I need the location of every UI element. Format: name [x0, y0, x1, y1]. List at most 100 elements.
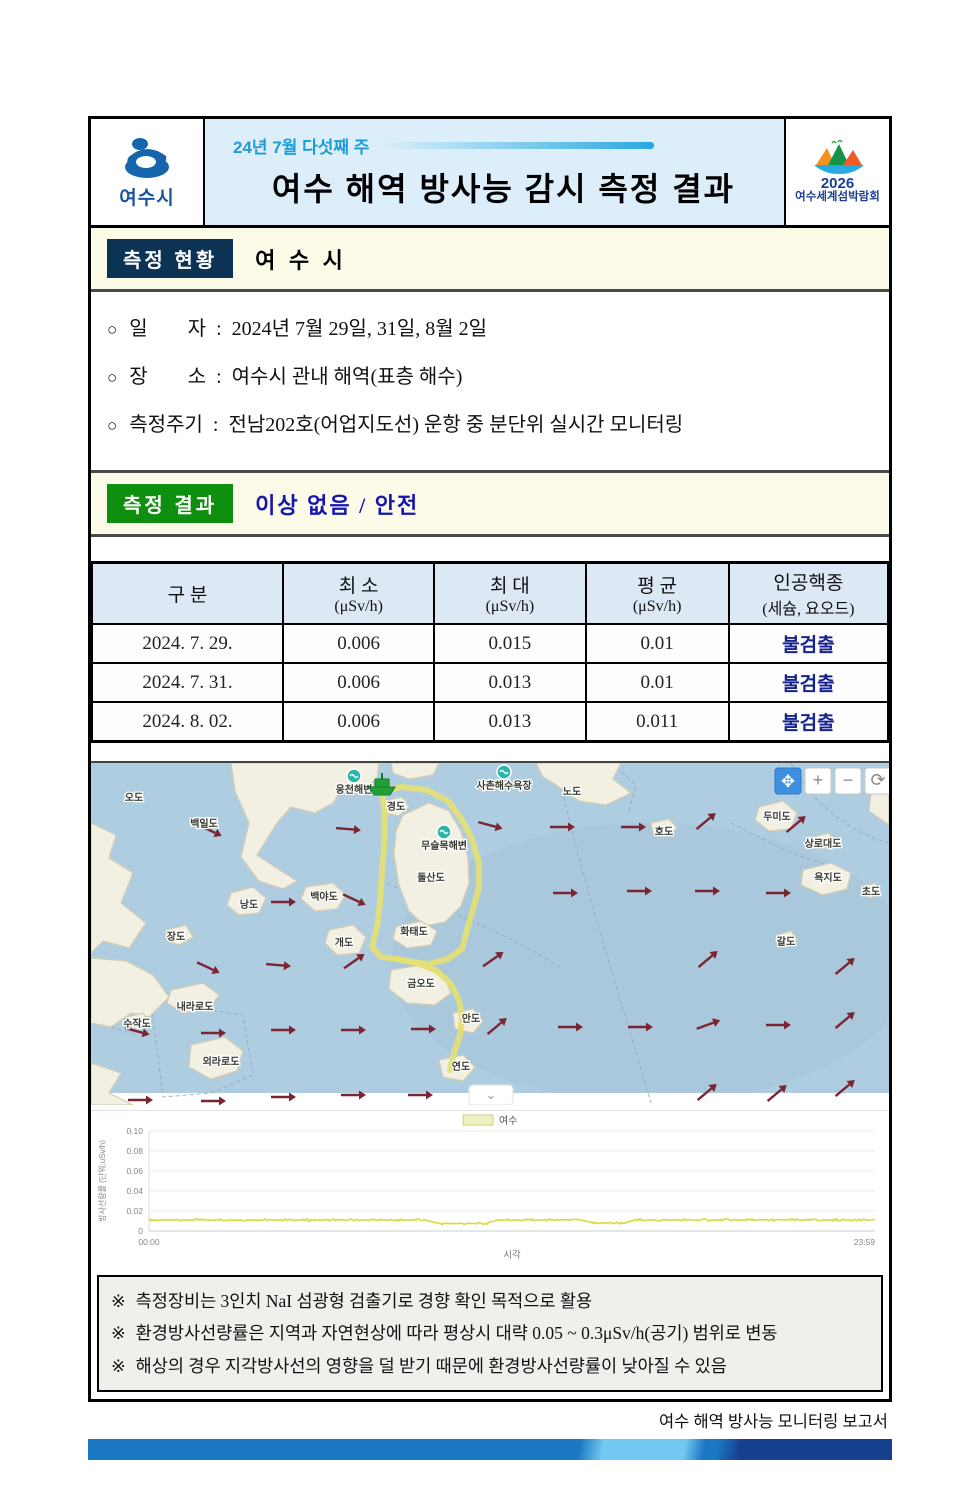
cell-max: 0.013 — [433, 701, 587, 743]
map-control-zoom-out[interactable]: − — [834, 767, 862, 795]
chart-background — [91, 1111, 889, 1261]
expo-logo-icon — [813, 139, 864, 175]
info-label: 장 소 — [129, 366, 207, 388]
expo-logo: 2026 여수세계섬박람회 — [784, 119, 889, 225]
spacer — [91, 537, 889, 555]
island-label: 화태도 — [400, 925, 428, 938]
island-label: 호도 — [655, 825, 673, 838]
notes-box: ※ 측정장비는 3인치 NaI 섬광형 검출기로 경향 확인 목적으로 활용 ※ 환경… — [97, 1275, 883, 1393]
week-label: 24년 7월 다섯째 주 — [233, 137, 370, 157]
info-value: 여수시 관내 해역(표층 해수) — [231, 366, 463, 388]
island-label: 노도 — [563, 786, 581, 798]
result-badge: 측정 결과 — [107, 484, 234, 523]
measurement-table-body: 2024. 7. 29. 0.006 0.015 0.01 불검출 2024. 7. 31… — [90, 623, 890, 743]
result-banner: 측정 결과 이상 없음 / 안전 — [91, 470, 889, 537]
status-banner: 측정 현황 여 수 시 — [91, 228, 889, 292]
column-header: 최 대 (μSv/h) — [433, 561, 587, 625]
legend-label: 여수 — [499, 1115, 517, 1127]
cell-max: 0.013 — [433, 662, 587, 703]
info-separator: : — [216, 318, 222, 340]
cell-min: 0.006 — [282, 623, 436, 664]
measurement-table-head: 구 분최 소 (μSv/h) 최 대 (μSv/h) 평 균 (μSv/h) 인공핵종 (세슘… — [90, 561, 890, 625]
info-value: 전남202호(어업지도선) 운항 중 분단위 실시간 모니터링 — [228, 414, 684, 436]
info-item: ○ 측정주기: 전남202호(어업지도선) 운항 중 분단위 실시간 모니터링 — [107, 408, 879, 437]
ship-hull — [368, 786, 396, 796]
cell-max: 0.015 — [433, 623, 587, 664]
map-canvas: 오도백일도낭도 백야도장도 개도 화태도 경도돌산도 노도호도 두미도상로대도욕지도초도갈도… — [90, 762, 922, 1106]
map-control-pan[interactable]: ✥ — [774, 767, 802, 795]
info-label: 일 자 — [129, 318, 207, 340]
ship-cabin — [374, 778, 390, 788]
note-marker: ※ — [111, 1355, 126, 1376]
yeosu-city-logo-text: 여수시 — [119, 188, 175, 209]
map-control-zoom-in[interactable]: + — [804, 767, 832, 795]
zoom-in-icon: + — [813, 770, 824, 790]
page-title: 여수 해역 방사능 감시 측정 결과 — [271, 170, 736, 207]
island-label: 오도 — [125, 792, 143, 804]
table-row: 2024. 7. 29. 0.006 0.015 0.01 불검출 — [90, 623, 890, 664]
note-text: 해상의 경우 지각방사선의 영향을 덜 받기 때문에 환경방사선량률이 낮아질 … — [135, 1355, 727, 1376]
island-label: 연도 — [452, 1060, 470, 1073]
map-control-refresh[interactable]: ⟳ — [864, 767, 892, 795]
cell-min: 0.006 — [282, 662, 436, 703]
circle-bullet-icon: ○ — [107, 416, 118, 435]
map-collapse-tab[interactable]: ⌄ — [468, 1084, 514, 1106]
expo-name: 여수세계섬박람회 — [795, 191, 880, 204]
island-label: 두미도 — [763, 810, 791, 823]
header-title-area: 24년 7월 다섯째 주 여수 해역 방사능 감시 측정 결과 — [205, 119, 784, 225]
note-text: 측정장비는 3인치 NaI 섬광형 검출기로 경향 확인 목적으로 활용 — [135, 1291, 593, 1311]
y-tick-label: 0.02 — [126, 1206, 143, 1216]
column-header: 평 균 (μSv/h) — [584, 561, 730, 625]
spacer — [91, 743, 889, 761]
chevron-down-icon: ⌄ — [486, 1087, 497, 1102]
radiation-chart: 여수 0 0.02 0.04 0.06 0.08 0.10 00:00 23:59 시각 방사선량률… — [91, 1110, 889, 1266]
cell-date: 2024. 7. 29. — [90, 623, 285, 664]
beach-label: 웅천해변 — [336, 783, 373, 796]
report-header: 여수시 24년 7월 다섯째 주 여수 해역 방사능 감시 측정 결과 2026… — [91, 119, 889, 228]
report-caption: 여수 해역 방사능 모니터링 보고서 — [658, 1412, 888, 1432]
x-tick-last: 23:59 — [854, 1237, 876, 1247]
cell-date: 2024. 7. 31. — [90, 662, 285, 703]
measurement-info-list: ○ 일 자:2024년 7월 29일, 31일, 8월 2일 ○ 장 소: 여수시 관내… — [91, 292, 889, 470]
note-item: ※ 해상의 경우 지각방사선의 영향을 덜 받기 때문에 환경방사선량률이 낮아질… — [111, 1350, 869, 1382]
note-text: 환경방사선량률은 지역과 자연현상에 따라 평상시 대략 0.05 ~ 0.3μ… — [135, 1323, 778, 1344]
status-badge: 측정 현황 — [107, 239, 234, 278]
y-axis-title: 방사선량률 (단위:uSv/h) — [97, 1140, 107, 1222]
island-label: 장도 — [167, 930, 185, 943]
y-tick-label: 0.06 — [126, 1166, 143, 1176]
island-label: 외라로도 — [203, 1055, 240, 1068]
yeosu-city-logo-icon — [125, 138, 169, 178]
column-header: 구 분 — [90, 561, 285, 625]
info-label: 측정주기 — [129, 414, 203, 436]
refresh-icon: ⟳ — [870, 770, 885, 790]
island-label: 상로대도 — [805, 837, 842, 850]
y-tick-label: 0.04 — [126, 1186, 143, 1196]
island-label: 수작도 — [123, 1017, 151, 1030]
beach-label: 사촌해수욕장 — [476, 779, 532, 792]
cell-avg: 0.011 — [584, 701, 730, 743]
yeosu-city-logo: 여수시 — [91, 119, 205, 225]
info-separator: : — [212, 414, 219, 436]
note-item: ※ 측정장비는 3인치 NaI 섬광형 검출기로 경향 확인 목적으로 활용 — [111, 1285, 869, 1317]
current-arrow-shaft — [335, 826, 355, 831]
island-label: 초도 — [862, 885, 880, 898]
island-label: 백야도 — [310, 890, 338, 903]
island-label: 내라로도 — [177, 1000, 214, 1013]
legend-swatch — [462, 1114, 494, 1126]
week-underline-bar — [379, 141, 655, 149]
sea-area-map: 오도 백일도 낭도 백야도 장도 개도 화태도 경도 돌산도 노도 호도 두미도 상로대도 욕지도 초도 갈도… — [90, 761, 922, 1110]
circle-bullet-icon: ○ — [107, 368, 118, 387]
info-separator: : — [216, 366, 222, 388]
info-item: ○ 장 소: 여수시 관내 해역(표층 해수) — [107, 360, 879, 389]
column-header: 최 소 (μSv/h) — [282, 561, 436, 625]
report-page: 여수시 24년 7월 다섯째 주 여수 해역 방사능 감시 측정 결과 2026… — [88, 116, 922, 1403]
island-label: 백일도 — [190, 817, 218, 830]
chart-canvas: 여수 0 0.02 0.04 0.06 0.08 0.10 00:00 23:59 시각 방사선량률… — [91, 1111, 889, 1261]
info-item: ○ 일 자:2024년 7월 29일, 31일, 8월 2일 — [107, 312, 879, 341]
y-tick-label: 0 — [138, 1226, 143, 1236]
cell-min: 0.006 — [282, 701, 436, 743]
current-arrow-shaft — [265, 962, 285, 967]
x-axis-title: 시각 — [503, 1249, 521, 1261]
note-marker: ※ — [111, 1291, 126, 1311]
footer-blue-bar — [88, 1439, 892, 1461]
